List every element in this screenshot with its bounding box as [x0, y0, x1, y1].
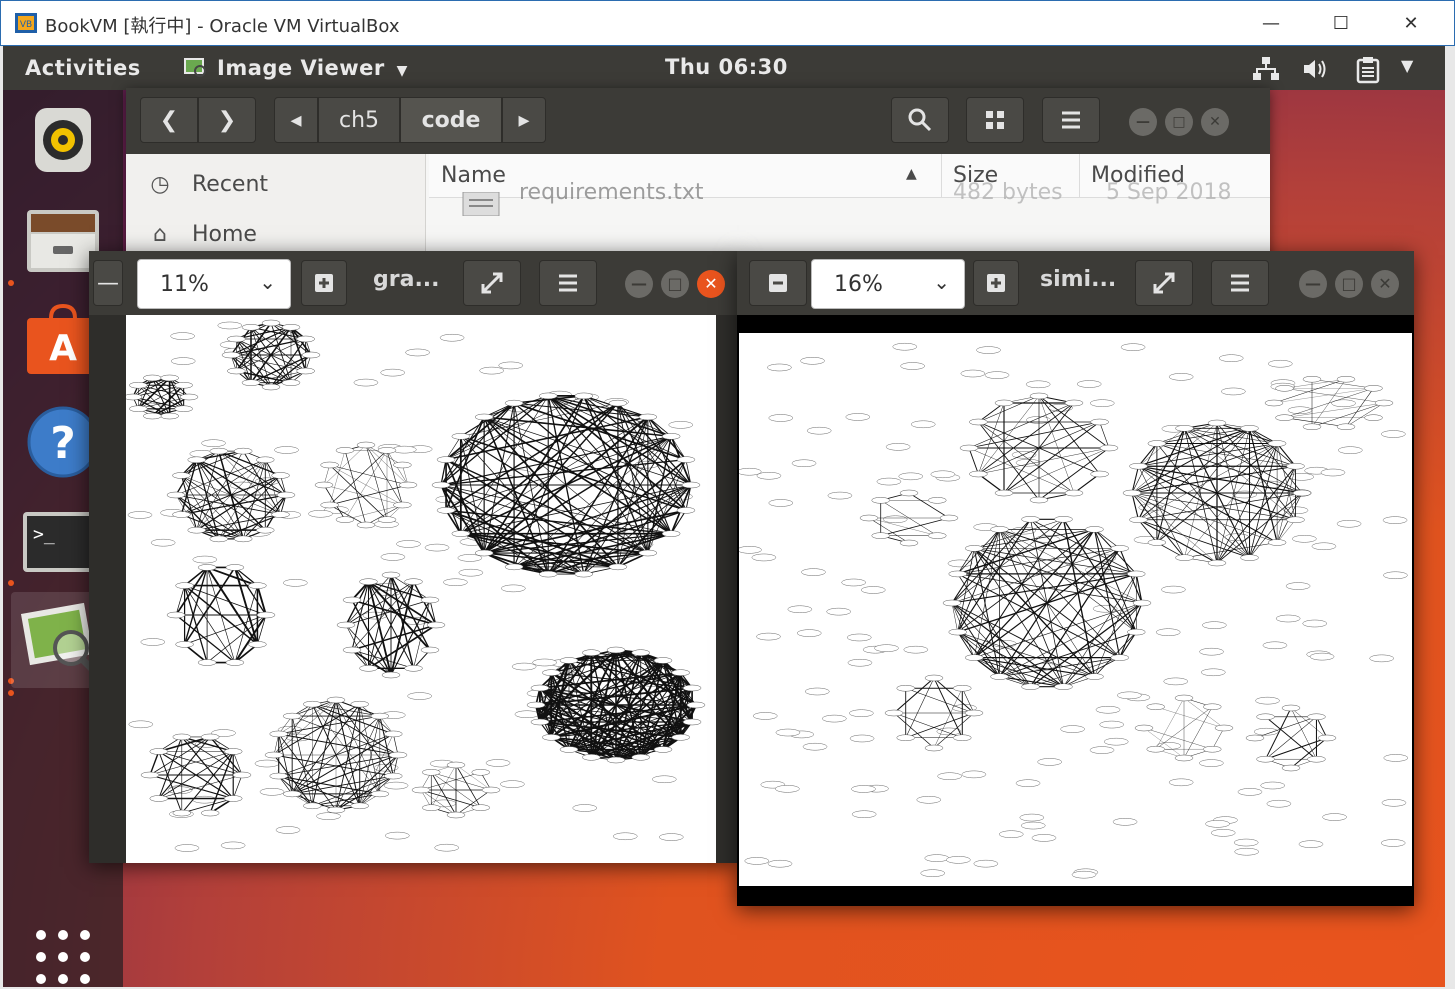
- breadcrumb-ch5[interactable]: ch5: [318, 97, 400, 143]
- image-viewer-window-left: — 11% ⌄ gra... — □ ✕: [89, 251, 739, 863]
- viewer-menu-button[interactable]: [539, 260, 597, 306]
- search-icon: [908, 108, 932, 132]
- viewer-minimize-button[interactable]: —: [625, 270, 653, 298]
- viewer-title: simi...: [1040, 267, 1117, 292]
- viewer-header-bar: 16% ⌄ simi... — □ ✕: [737, 251, 1414, 315]
- svg-text:>_: >_: [33, 524, 55, 545]
- zoom-value: 11%: [160, 272, 209, 297]
- breadcrumb-right-arrow[interactable]: ▸: [502, 97, 546, 143]
- hamburger-icon: [559, 274, 577, 292]
- sidebar-item-recent[interactable]: ◷ Recent: [146, 172, 268, 197]
- files-header-bar: ❮ ❯ ◂ ch5 code ▸ — □ ✕: [126, 88, 1270, 154]
- files-maximize-button[interactable]: □: [1165, 108, 1193, 136]
- column-divider: [1079, 154, 1080, 198]
- zoom-in-button[interactable]: [301, 260, 347, 306]
- fullscreen-icon: [1153, 272, 1175, 294]
- zoom-select[interactable]: 11% ⌄: [137, 259, 291, 309]
- files-minimize-button[interactable]: —: [1129, 108, 1157, 136]
- zoom-value: 16%: [834, 272, 883, 297]
- file-name: requirements.txt: [519, 180, 704, 205]
- app-grid-icon: [36, 930, 90, 984]
- home-icon: ⌂: [153, 222, 167, 247]
- text-file-icon: [462, 192, 500, 216]
- files-menu-button[interactable]: [1042, 97, 1100, 143]
- clock-icon: ◷: [150, 172, 170, 197]
- network-graph-image: [126, 319, 706, 852]
- breadcrumb-code[interactable]: code: [400, 97, 502, 143]
- app-menu-label: Image Viewer: [217, 56, 385, 80]
- host-title-bar: VB BookVM [執行中] - Oracle VM VirtualBox —…: [0, 0, 1455, 46]
- view-grid-button[interactable]: [966, 97, 1024, 143]
- forward-button[interactable]: ❯: [198, 97, 256, 143]
- app-menu[interactable]: Image Viewer ▼: [183, 56, 408, 80]
- dock-running-indicator: [8, 580, 14, 586]
- fullscreen-button[interactable]: [1135, 260, 1193, 306]
- dock-item-rhythmbox[interactable]: [21, 100, 105, 184]
- dock-running-indicator: [8, 690, 14, 696]
- host-close-button[interactable]: ✕: [1391, 7, 1431, 41]
- minus-icon: [769, 274, 787, 292]
- host-maximize-button[interactable]: ☐: [1321, 7, 1361, 41]
- column-divider: [941, 154, 942, 198]
- plus-icon: [987, 274, 1005, 292]
- graph-image-right[interactable]: [739, 333, 1412, 886]
- chevron-down-icon: ⌄: [259, 270, 276, 294]
- zoom-select[interactable]: 16% ⌄: [811, 259, 965, 309]
- network-icon[interactable]: [1251, 56, 1281, 82]
- zoom-out-button[interactable]: [749, 260, 807, 306]
- viewer-minimize-button[interactable]: —: [1299, 270, 1327, 298]
- viewer-menu-button[interactable]: [1211, 260, 1269, 306]
- activities-button[interactable]: Activities: [25, 56, 141, 80]
- show-applications-button[interactable]: [21, 905, 105, 987]
- dock-running-indicator: [8, 280, 14, 286]
- viewer-header-bar: — 11% ⌄ gra... — □ ✕: [89, 251, 739, 315]
- viewer-maximize-button[interactable]: □: [1335, 270, 1363, 298]
- system-menu-arrow-icon[interactable]: ▼: [1401, 56, 1413, 75]
- clock[interactable]: Thu 06:30: [665, 55, 788, 79]
- clipboard-icon[interactable]: [1355, 56, 1381, 84]
- fullscreen-icon: [481, 272, 503, 294]
- viewer-close-button[interactable]: ✕: [1371, 270, 1399, 298]
- top-bar: Activities Image Viewer ▼ Thu 06:30 ▼: [3, 46, 1445, 90]
- sort-ascending-icon: ▲: [906, 166, 917, 182]
- column-name[interactable]: Name: [441, 163, 506, 188]
- breadcrumb-left-arrow[interactable]: ◂: [274, 97, 318, 143]
- viewer-close-button[interactable]: ✕: [697, 270, 725, 298]
- similarity-graph-image: [739, 342, 1409, 879]
- viewer-maximize-button[interactable]: □: [661, 270, 689, 298]
- svg-text:A: A: [49, 328, 77, 369]
- graph-image-left[interactable]: [126, 315, 716, 863]
- speaker-icon: [35, 108, 91, 172]
- svg-text:?: ?: [50, 418, 76, 469]
- guest-desktop: Activities Image Viewer ▼ Thu 06:30 ▼ A …: [3, 46, 1445, 987]
- image-viewer-app-icon: [184, 58, 206, 77]
- search-button[interactable]: [891, 97, 949, 143]
- host-minimize-button[interactable]: —: [1251, 7, 1291, 41]
- grid-view-icon: [986, 111, 1004, 129]
- zoom-out-button[interactable]: —: [93, 260, 123, 306]
- svg-text:VB: VB: [20, 20, 32, 30]
- chevron-down-icon: ⌄: [933, 270, 950, 294]
- virtualbox-logo-icon: VB: [15, 13, 37, 33]
- sidebar-item-label: Recent: [192, 172, 269, 197]
- file-size: 482 bytes: [953, 180, 1063, 205]
- back-button[interactable]: ❮: [140, 97, 198, 143]
- zoom-in-button[interactable]: [973, 260, 1019, 306]
- volume-icon[interactable]: [1301, 56, 1331, 82]
- fullscreen-button[interactable]: [463, 260, 521, 306]
- file-modified: 5 Sep 2018: [1106, 180, 1232, 205]
- image-viewer-window-right: 16% ⌄ simi... — □ ✕: [737, 251, 1414, 906]
- app-menu-arrow-icon: ▼: [396, 63, 408, 79]
- hamburger-icon: [1231, 274, 1249, 292]
- files-close-button[interactable]: ✕: [1201, 108, 1229, 136]
- sidebar-item-home[interactable]: ⌂ Home: [146, 222, 257, 247]
- hamburger-icon: [1062, 111, 1080, 129]
- viewer-title: gra...: [373, 267, 440, 292]
- plus-icon: [315, 274, 333, 292]
- host-window-title: BookVM [執行中] - Oracle VM VirtualBox: [45, 16, 400, 37]
- sidebar-item-label: Home: [192, 222, 257, 247]
